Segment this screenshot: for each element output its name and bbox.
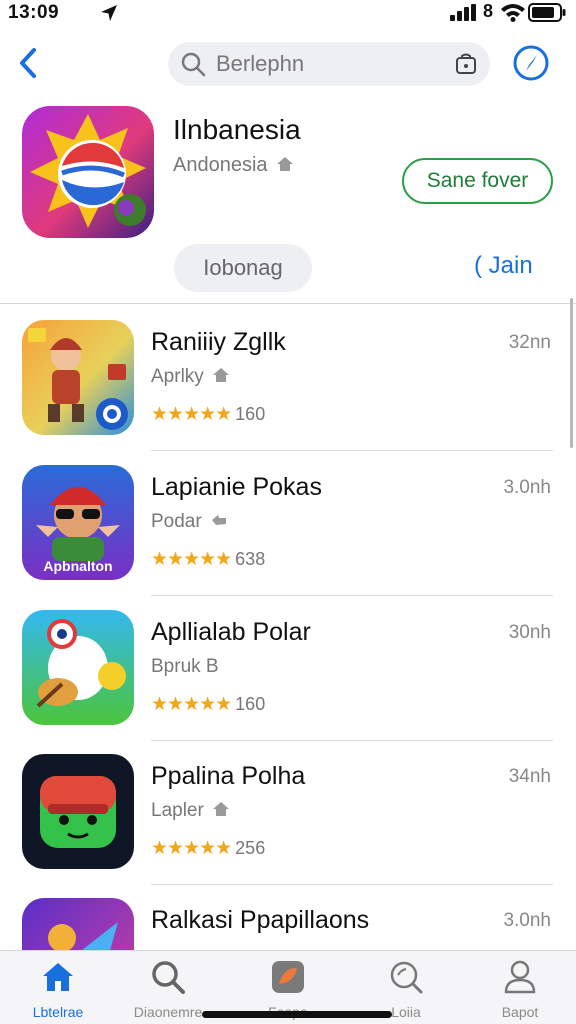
tab-label: Lbtelrae (32, 1004, 84, 1020)
app-icon-1 (22, 320, 134, 435)
app-category-label: Lapler (151, 800, 204, 821)
app-category-label: Podar (151, 511, 202, 532)
tab-account[interactable]: Bapot (462, 959, 576, 1024)
home-indicator (202, 1011, 392, 1018)
app-name: Ralkasi Ppapillaons (151, 906, 370, 934)
search-icon (181, 52, 206, 77)
app-category: Lapler (151, 800, 230, 822)
person-icon (504, 960, 536, 994)
home-small-icon (212, 802, 229, 816)
list-item[interactable]: Apbnalton Lapianie Pokas Podar ★★★★★ 638 … (0, 465, 576, 609)
tab-label: Bapot (501, 1004, 539, 1020)
app-name: Ppalina Polha (151, 762, 306, 790)
app-rating: ★★★★★ 256 (151, 837, 265, 860)
wifi-icon (501, 4, 525, 22)
see-all-link[interactable]: ( Jain (474, 252, 533, 280)
divider (151, 740, 553, 741)
rating-count: 256 (235, 838, 266, 858)
app-name: Lapianie Pokas (151, 473, 322, 501)
star-rating-icon: ★★★★★ (151, 838, 232, 859)
featured-app-subtitle: Andonesia (173, 154, 294, 177)
magnifier-icon (390, 961, 423, 994)
search-bar[interactable]: Berlephn (168, 42, 490, 86)
divider (151, 595, 553, 596)
app-category: Aprlky (151, 366, 230, 388)
filter-chip[interactable]: Iobonag (174, 244, 312, 292)
app-name: Apllialab Polar (151, 618, 311, 646)
app-icon-3 (22, 610, 134, 725)
cellular-signal-icon (450, 4, 476, 21)
app-rating: ★★★★★ 160 (151, 693, 265, 716)
featured-app-category: Andonesia (173, 154, 268, 176)
app-size: 34nh (508, 766, 551, 787)
divider (0, 303, 576, 304)
star-rating-icon: ★★★★★ (151, 694, 232, 715)
featured-app-icon[interactable] (22, 106, 154, 238)
status-bar: 13:09 8 (0, 0, 576, 28)
list-item[interactable]: Raniiiy Zgllk Aprlky ★★★★★ 160 32nn (0, 320, 576, 464)
app-icon-4 (22, 754, 134, 869)
app-size: 32nn (508, 332, 551, 353)
home-icon (43, 963, 73, 991)
status-time: 13:09 (8, 2, 60, 23)
battery-icon (528, 3, 566, 22)
star-rating-icon: ★★★★★ (151, 404, 232, 425)
list-item[interactable]: Apllialab Polar Bpruk B ★★★★★ 160 30nh (0, 610, 576, 754)
app-rating: ★★★★★ 160 (151, 403, 265, 426)
get-button[interactable]: Sane fover (402, 158, 553, 204)
app-size: 3.0nh (503, 910, 551, 931)
list-item[interactable]: Ppalina Polha Lapler ★★★★★ 256 34nh (0, 754, 576, 898)
home-small-icon (276, 157, 293, 171)
location-arrow-icon (101, 5, 117, 21)
search-input[interactable]: Berlephn (216, 51, 304, 77)
tab-today[interactable]: Lbtelrae (0, 959, 116, 1024)
app-category: Podar (151, 511, 228, 533)
app-rating: ★★★★★ 638 (151, 548, 265, 571)
featured-app-title: Ilnbanesia (173, 114, 301, 145)
app-category-label: Aprlky (151, 366, 204, 387)
app-category: Bpruk B (151, 656, 219, 677)
search-icon (152, 961, 185, 994)
divider (151, 884, 553, 885)
home-small-icon (212, 368, 229, 382)
rating-count: 160 (235, 404, 266, 424)
hand-small-icon (211, 515, 226, 525)
rating-count: 638 (235, 549, 266, 569)
divider (151, 450, 553, 451)
compass-icon[interactable] (512, 44, 550, 82)
shopping-bag-icon[interactable] (454, 52, 478, 76)
star-rating-icon: ★★★★★ (151, 549, 232, 570)
rating-count: 160 (235, 694, 266, 714)
app-size: 3.0nh (503, 477, 551, 498)
app-size: 30nh (508, 622, 551, 643)
app-name: Raniiiy Zgllk (151, 328, 286, 356)
app-icon-2: Apbnalton (22, 465, 134, 580)
app-icon-2-label: Apbnalton (43, 558, 112, 574)
back-button[interactable] (14, 46, 44, 80)
arcade-icon (272, 961, 304, 993)
bluetooth-indicator: 8 (483, 1, 494, 21)
